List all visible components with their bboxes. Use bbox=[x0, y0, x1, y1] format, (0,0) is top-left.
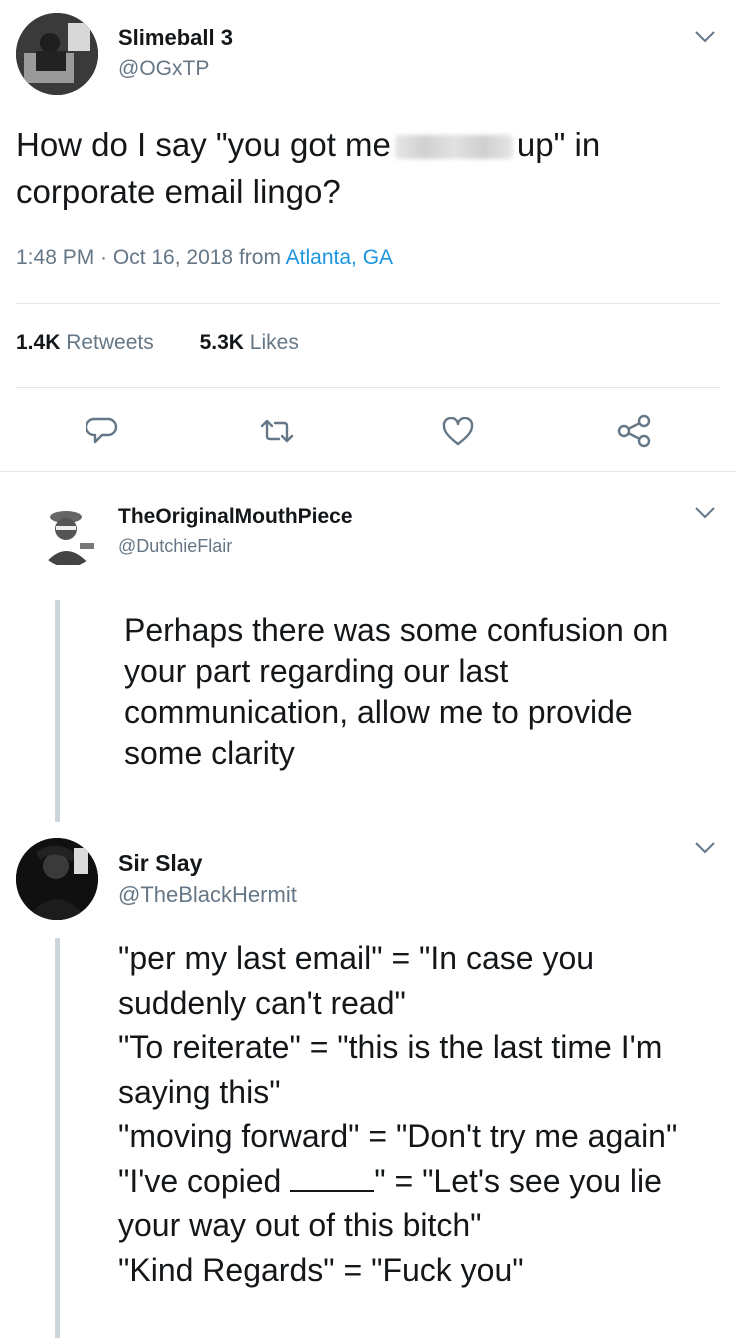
censored-word bbox=[394, 135, 513, 160]
avatar[interactable] bbox=[36, 503, 100, 567]
thread-line bbox=[55, 600, 60, 822]
avatar[interactable] bbox=[16, 838, 98, 920]
tweet-text-line2: corporate email lingo? bbox=[16, 173, 341, 210]
reply-text-part: " = "Let's see you lie bbox=[374, 1162, 662, 1199]
tweet-location-link[interactable]: Atlanta, GA bbox=[286, 246, 393, 269]
chevron-down-icon[interactable] bbox=[694, 841, 716, 855]
reply-text-line: your part regarding our last bbox=[124, 653, 509, 689]
avatar-photo bbox=[16, 13, 98, 95]
divider bbox=[0, 471, 736, 472]
reply-text-line: your way out of this bitch" bbox=[118, 1207, 482, 1243]
retweets-stat[interactable]: 1.4K Retweets bbox=[16, 331, 160, 354]
likes-label: Likes bbox=[249, 331, 299, 354]
reply-text-line: suddenly can't read" bbox=[118, 984, 406, 1021]
reply-text-line: communication, allow me to provide bbox=[124, 694, 633, 730]
tweet-text-part2: up" in bbox=[516, 126, 601, 163]
retweet-icon[interactable] bbox=[259, 418, 295, 444]
author-handle[interactable]: @DutchieFlair bbox=[118, 536, 232, 557]
author-name[interactable]: Sir Slay bbox=[118, 850, 202, 877]
avatar-photo bbox=[36, 503, 100, 567]
reply-text-line: "moving forward" = "Don't try me again" bbox=[118, 1118, 678, 1154]
author-name[interactable]: Slimeball 3 bbox=[118, 25, 233, 51]
likes-count: 5.3K bbox=[199, 331, 244, 354]
reply-text-line: "To reiterate" = "this is the last time … bbox=[118, 1029, 663, 1065]
reply-text-line-with-blank: "I've copied " = "Let's see you lie bbox=[118, 1159, 677, 1204]
divider bbox=[16, 303, 720, 304]
chevron-down-icon[interactable] bbox=[694, 506, 716, 520]
reply-text-line: Perhaps there was some confusion on bbox=[124, 612, 669, 648]
author-handle[interactable]: @TheBlackHermit bbox=[118, 882, 297, 908]
tweet-text-part1: How do I say "you got me bbox=[16, 126, 391, 163]
thread-line bbox=[55, 938, 60, 1338]
reply-text-part: "I've copied bbox=[118, 1162, 282, 1199]
reply-text: "per my last email" = "In case you sudde… bbox=[118, 936, 677, 1292]
author-handle[interactable]: @OGxTP bbox=[118, 57, 209, 81]
chevron-down-icon[interactable] bbox=[694, 30, 716, 44]
like-icon[interactable] bbox=[442, 417, 474, 447]
reply-icon[interactable] bbox=[86, 416, 118, 446]
retweets-count: 1.4K bbox=[16, 331, 61, 354]
author-name[interactable]: TheOriginalMouthPiece bbox=[118, 505, 353, 529]
divider bbox=[16, 387, 720, 388]
likes-stat[interactable]: 5.3K Likes bbox=[200, 331, 299, 354]
reply-text-line: some clarity bbox=[124, 735, 295, 771]
retweets-label: Retweets bbox=[66, 331, 154, 354]
reply-text-line: "Kind Regards" = "Fuck you" bbox=[118, 1251, 524, 1288]
tweet-stats: 1.4K Retweets 5.3K Likes bbox=[16, 331, 299, 355]
reply-text: Perhaps there was some confusion on your… bbox=[124, 610, 668, 774]
avatar-photo bbox=[16, 838, 98, 920]
tweet-text: How do I say "you got me up" in corporate… bbox=[16, 121, 716, 215]
tweet-timestamp: 1:48 PM · Oct 16, 2018 from Atlanta, GA bbox=[16, 246, 393, 270]
share-icon[interactable] bbox=[616, 414, 652, 448]
blank-underline bbox=[290, 1160, 375, 1192]
reply-text-line: saying this" bbox=[118, 1073, 281, 1110]
reply-text-line: "per my last email" = "In case you bbox=[118, 940, 595, 976]
avatar[interactable] bbox=[16, 13, 98, 95]
tweet-time: 1:48 PM · Oct 16, 2018 from bbox=[16, 246, 281, 269]
